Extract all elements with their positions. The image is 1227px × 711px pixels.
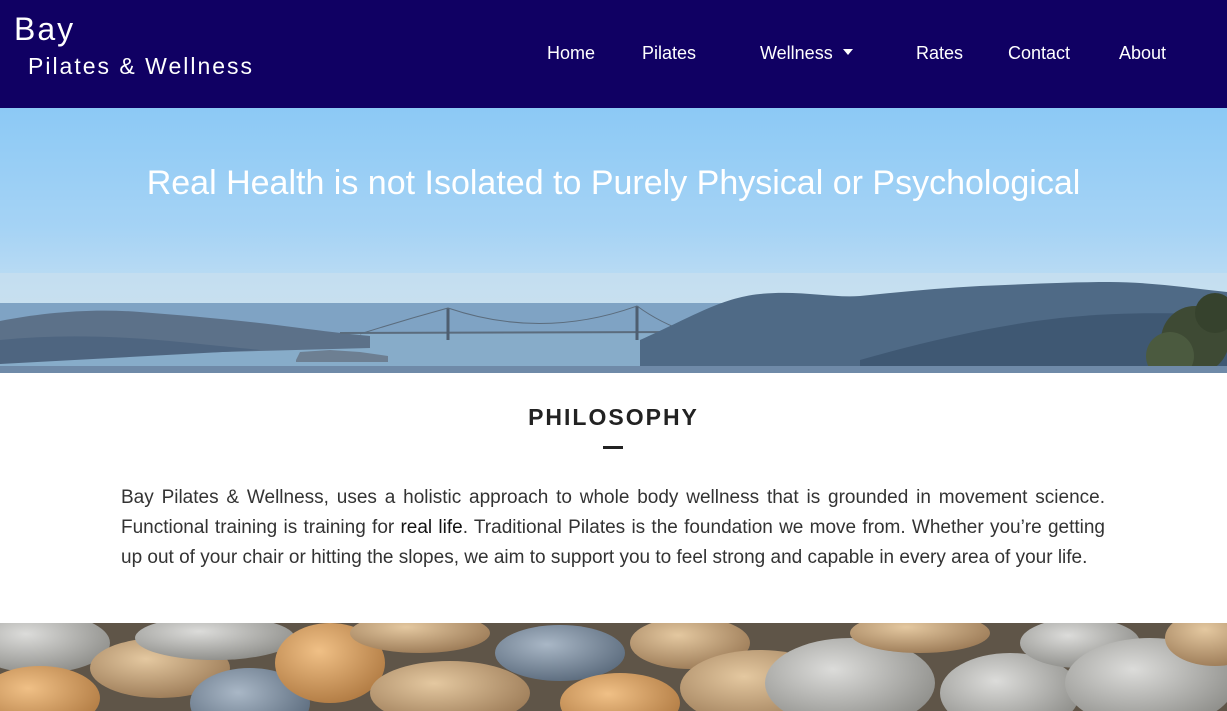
nav-home[interactable]: Home — [547, 40, 595, 66]
philosophy-text: Bay Pilates & Wellness, uses a holistic … — [121, 483, 1105, 573]
bay-landscape-image — [0, 273, 1227, 373]
heading-divider — [603, 446, 623, 449]
nav-contact[interactable]: Contact — [1008, 40, 1070, 66]
brand-logo-link[interactable]: Bay Pilates & Wellness — [14, 10, 254, 80]
brand-name-line2: Pilates & Wellness — [28, 53, 255, 79]
pebbles-image — [0, 623, 1227, 711]
hero-title: Real Health is not Isolated to Purely Ph… — [146, 164, 1081, 202]
nav-wellness-dropdown[interactable]: Wellness — [760, 40, 853, 66]
caret-down-icon — [842, 49, 853, 56]
hero-banner: Real Health is not Isolated to Purely Ph… — [0, 108, 1227, 373]
brand-name-line1: Bay — [14, 11, 76, 47]
philosophy-heading: PHILOSOPHY — [528, 404, 699, 430]
navbar: Bay Pilates & Wellness Home Pilates Well… — [0, 0, 1227, 108]
nav-pilates[interactable]: Pilates — [642, 40, 696, 66]
nav-rates[interactable]: Rates — [916, 40, 963, 66]
nav-about[interactable]: About — [1119, 40, 1166, 66]
pebbles-illustration — [0, 623, 1227, 711]
nav-wellness-label: Wellness — [760, 43, 833, 63]
philosophy-text-emphasis: real life — [400, 517, 463, 538]
